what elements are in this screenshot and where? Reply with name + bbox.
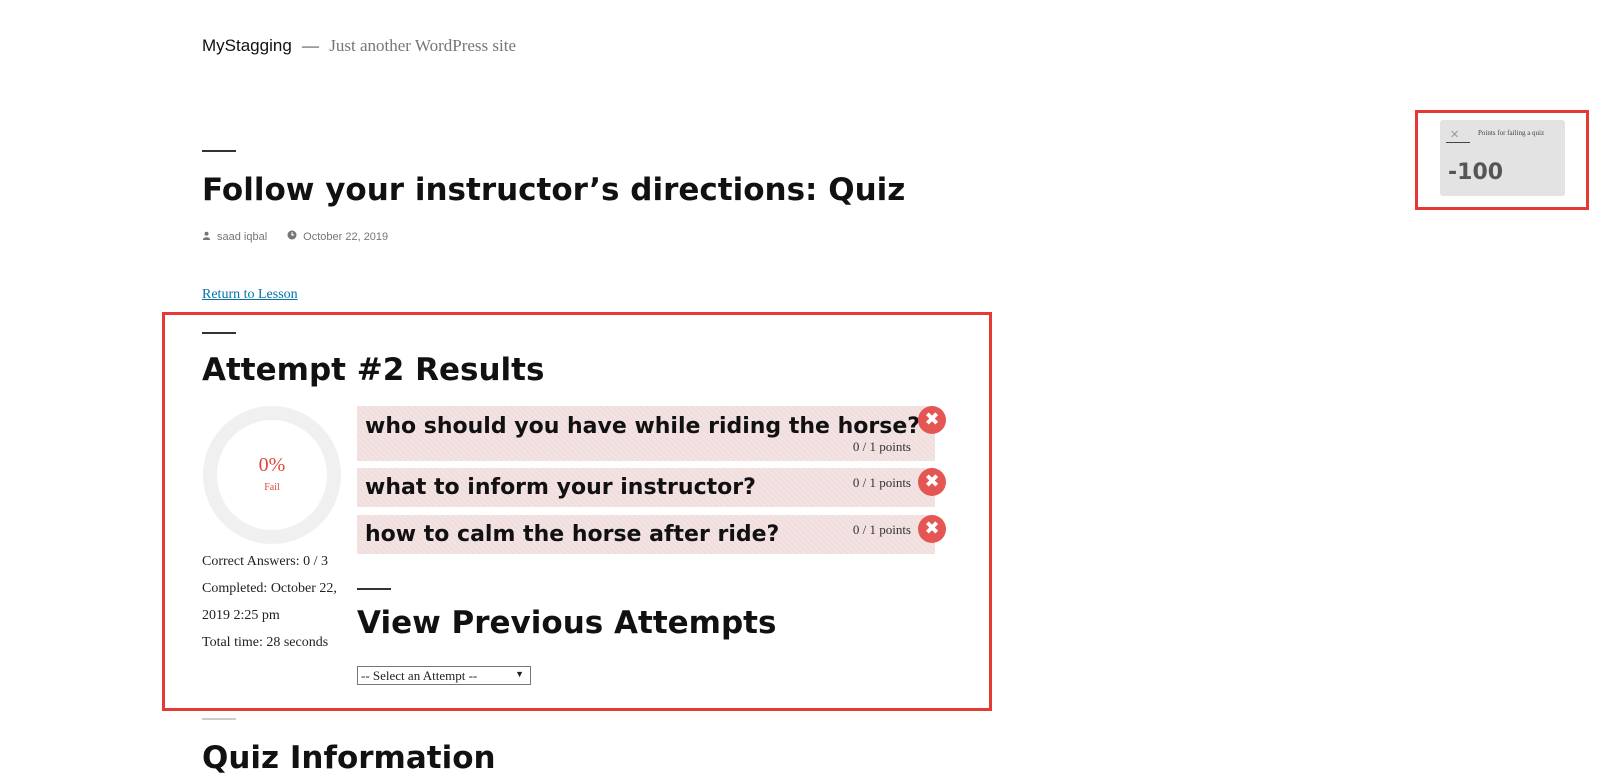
title-divider [202, 150, 236, 152]
completed-date-line1: Completed: October 22, [202, 581, 337, 596]
incorrect-icon: ✖ [918, 515, 946, 543]
results-title: Attempt #2 Results [202, 352, 545, 388]
notification-points-value: -100 [1448, 160, 1504, 185]
quiz-info-title: Quiz Information [202, 740, 496, 776]
notification-underline [1446, 142, 1470, 143]
quiz-stats: Correct Answers: 0 / 3 Completed: Octobe… [202, 548, 352, 656]
results-divider [202, 332, 236, 334]
correct-answers: Correct Answers: 0 / 3 [202, 554, 328, 569]
score-percentage: 0% [258, 454, 286, 476]
return-to-lesson-link[interactable]: Return to Lesson [202, 287, 298, 303]
question-points: 0 / 1 points [852, 522, 911, 537]
total-time: Total time: 28 seconds [202, 635, 329, 650]
question-row: who should you have while riding the hor… [357, 406, 935, 461]
clock-icon [287, 230, 297, 243]
author-name[interactable]: saad iqbal [217, 231, 267, 243]
quiz-info-divider [202, 718, 236, 720]
question-text: how to calm the horse after ride? [365, 522, 780, 547]
incorrect-icon: ✖ [918, 468, 946, 496]
attempt-select-value: -- Select an Attempt -- [361, 667, 478, 683]
chevron-down-icon: ▼ [515, 669, 524, 679]
user-icon [202, 231, 211, 243]
question-text: who should you have while riding the hor… [365, 414, 921, 439]
question-points: 0 / 1 points [852, 439, 911, 454]
page-title: Follow your instructor’s directions: Qui… [202, 172, 906, 208]
site-header: MyStagging — Just another WordPress site [202, 36, 516, 56]
site-title[interactable]: MyStagging [202, 36, 292, 55]
question-text: what to inform your instructor? [365, 475, 756, 500]
site-description: Just another WordPress site [329, 36, 516, 55]
close-icon[interactable]: ✕ [1450, 128, 1459, 141]
meta-date: October 22, 2019 [287, 230, 388, 243]
question-row: what to inform your instructor? 0 / 1 po… [357, 468, 935, 507]
meta-author: saad iqbal [202, 231, 267, 243]
previous-attempts-divider [357, 588, 391, 590]
attempt-select[interactable]: -- Select an Attempt -- ▼ [357, 666, 531, 685]
site-title-separator: — [302, 36, 320, 55]
score-status: Fail [264, 482, 280, 493]
previous-attempts-title: View Previous Attempts [357, 605, 777, 641]
question-row: how to calm the horse after ride? 0 / 1 … [357, 515, 935, 554]
question-points: 0 / 1 points [852, 475, 911, 490]
notification-label: Points for failing a quiz [1478, 129, 1545, 137]
post-date[interactable]: October 22, 2019 [303, 231, 388, 243]
entry-meta: saad iqbal October 22, 2019 [202, 230, 408, 243]
completed-date-line2: 2019 2:25 pm [202, 608, 280, 623]
incorrect-icon: ✖ [918, 406, 946, 434]
